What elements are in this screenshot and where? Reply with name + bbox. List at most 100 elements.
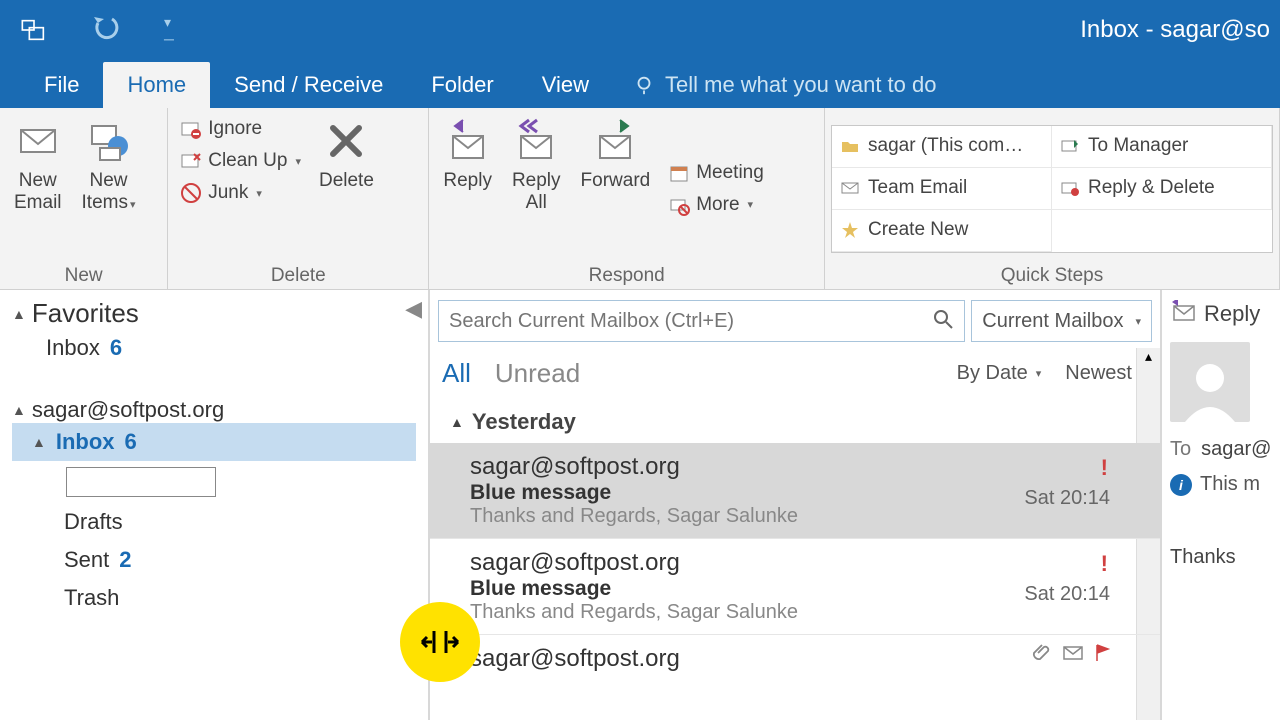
reply-delete-icon — [1060, 178, 1080, 198]
group-label-delete: Delete — [174, 263, 422, 287]
meeting-icon — [668, 162, 690, 184]
message-from: sagar@softpost.org — [470, 549, 1140, 577]
forward-button[interactable]: Forward — [573, 114, 659, 263]
info-icon: i — [1170, 474, 1192, 496]
caret-down-icon: ▲ — [12, 306, 26, 322]
importance-icon: ! — [1101, 455, 1108, 481]
message-item[interactable]: ! sagar@softpost.org Blue message Sat 20… — [430, 443, 1160, 539]
to-value: sagar@ — [1201, 438, 1271, 461]
more-icon — [668, 194, 690, 216]
message-item[interactable]: ! sagar@softpost.org Blue message Sat 20… — [430, 539, 1160, 635]
account-heading[interactable]: ▲ sagar@softpost.org — [12, 397, 416, 423]
search-scope-dropdown[interactable]: Current Mailbox ▾ — [971, 300, 1152, 342]
junk-label: Junk — [208, 182, 248, 204]
message-from: sagar@softpost.org — [470, 453, 1140, 481]
filter-all[interactable]: All — [442, 358, 471, 389]
qs-item-0[interactable]: sagar (This com… — [832, 126, 1052, 168]
to-label: To — [1170, 438, 1191, 461]
favorites-heading[interactable]: ▲ Favorites — [12, 298, 416, 329]
create-new-icon — [840, 220, 860, 240]
mail-icon — [840, 178, 860, 198]
folder-rename-field[interactable] — [66, 467, 416, 497]
delete-label: Delete — [319, 170, 374, 192]
nav-trash[interactable]: Trash — [12, 579, 416, 617]
delete-icon — [323, 118, 369, 164]
ignore-icon — [180, 118, 202, 140]
ribbon-tabs: File Home Send / Receive Folder View Tel… — [0, 60, 1280, 108]
search-input[interactable] — [449, 310, 932, 333]
tab-view[interactable]: View — [518, 62, 613, 108]
reply-label: Reply — [443, 170, 492, 192]
caret-down-icon: ▲ — [32, 434, 46, 450]
group-label-quicksteps: Quick Steps — [831, 263, 1273, 287]
collapse-nav-icon[interactable]: ◀ — [405, 296, 422, 322]
qat-dropdown-icon[interactable]: ▾─ — [164, 14, 174, 47]
search-icon[interactable] — [932, 308, 954, 335]
nav-pane: ◀ ▲ Favorites Inbox 6 ▲ sagar@softpost.o… — [0, 290, 430, 720]
ignore-label: Ignore — [208, 118, 262, 140]
reply-icon — [1170, 300, 1196, 328]
new-email-label: New Email — [14, 170, 62, 214]
reply-all-button[interactable]: Reply All — [504, 114, 569, 263]
qs-item-1[interactable]: To Manager — [1052, 126, 1272, 168]
importance-icon: ! — [1101, 551, 1108, 577]
chevron-down-icon: ▾ — [1135, 315, 1141, 328]
lightbulb-icon — [633, 74, 655, 96]
caret-down-icon: ▲ — [450, 414, 464, 430]
meeting-label: Meeting — [696, 162, 764, 184]
delete-button[interactable]: Delete — [311, 114, 382, 263]
qs-item-3[interactable]: Reply & Delete — [1052, 168, 1272, 210]
flag-icon[interactable] — [1094, 643, 1112, 668]
message-item[interactable]: sagar@softpost.org — [430, 635, 1160, 683]
mail-icon — [1062, 643, 1084, 668]
sender-avatar — [1170, 342, 1250, 422]
nav-fav-inbox[interactable]: Inbox 6 — [12, 329, 416, 367]
new-items-button[interactable]: New Items▾ — [74, 114, 144, 263]
reply-all-label: Reply All — [512, 170, 561, 214]
quick-steps-grid: sagar (This com… To Manager Team Email R… — [831, 125, 1273, 253]
title-bar: ▾─ Inbox - sagar@so — [0, 0, 1280, 60]
forward-icon — [592, 118, 638, 164]
ignore-button[interactable]: Ignore — [174, 114, 307, 144]
junk-button[interactable]: Junk▾ — [174, 178, 307, 208]
new-email-icon — [15, 118, 61, 164]
search-box[interactable] — [438, 300, 965, 342]
message-time: Sat 20:14 — [1024, 583, 1110, 606]
nav-sent[interactable]: Sent 2 — [12, 541, 416, 579]
outlook-app-icon — [20, 16, 48, 44]
qs-item-4[interactable]: Create New — [832, 210, 1052, 252]
message-time: Sat 20:14 — [1024, 487, 1110, 510]
date-group-header[interactable]: ▲ Yesterday — [430, 401, 1160, 443]
junk-icon — [180, 182, 202, 204]
main-area: ◀ ▲ Favorites Inbox 6 ▲ sagar@softpost.o… — [0, 290, 1280, 720]
reading-pane: Reply To sagar@ i This m Thanks — [1160, 290, 1280, 720]
reading-reply-button[interactable]: Reply — [1170, 300, 1272, 328]
group-label-respond: Respond — [435, 263, 818, 287]
qs-item-2[interactable]: Team Email — [832, 168, 1052, 210]
tab-send-receive[interactable]: Send / Receive — [210, 62, 407, 108]
meeting-button[interactable]: Meeting — [662, 158, 770, 188]
cleanup-label: Clean Up — [208, 150, 287, 172]
scroll-up-icon[interactable]: ▴ — [1137, 348, 1160, 372]
reading-body-preview: Thanks — [1170, 546, 1272, 569]
tab-folder[interactable]: Folder — [407, 62, 517, 108]
reply-icon — [445, 118, 491, 164]
mail-forward-icon — [1060, 136, 1080, 156]
cleanup-button[interactable]: Clean Up▾ — [174, 146, 307, 176]
reply-button[interactable]: Reply — [435, 114, 500, 263]
cleanup-icon — [180, 150, 202, 172]
folder-rename-input[interactable] — [66, 467, 216, 497]
info-text: This m — [1200, 473, 1260, 496]
filter-unread[interactable]: Unread — [495, 358, 580, 389]
tell-me-search[interactable]: Tell me what you want to do — [613, 62, 936, 108]
tab-file[interactable]: File — [20, 62, 103, 108]
undo-icon[interactable] — [88, 13, 124, 48]
more-button[interactable]: More▾ — [662, 190, 770, 220]
new-email-button[interactable]: New Email — [6, 114, 70, 263]
reply-all-icon — [513, 118, 559, 164]
nav-drafts[interactable]: Drafts — [12, 503, 416, 541]
tab-home[interactable]: Home — [103, 62, 210, 108]
tell-me-label: Tell me what you want to do — [665, 72, 936, 98]
nav-inbox[interactable]: ▲ Inbox 6 — [12, 423, 416, 461]
sort-by-dropdown[interactable]: By Date▾ — [957, 362, 1042, 385]
